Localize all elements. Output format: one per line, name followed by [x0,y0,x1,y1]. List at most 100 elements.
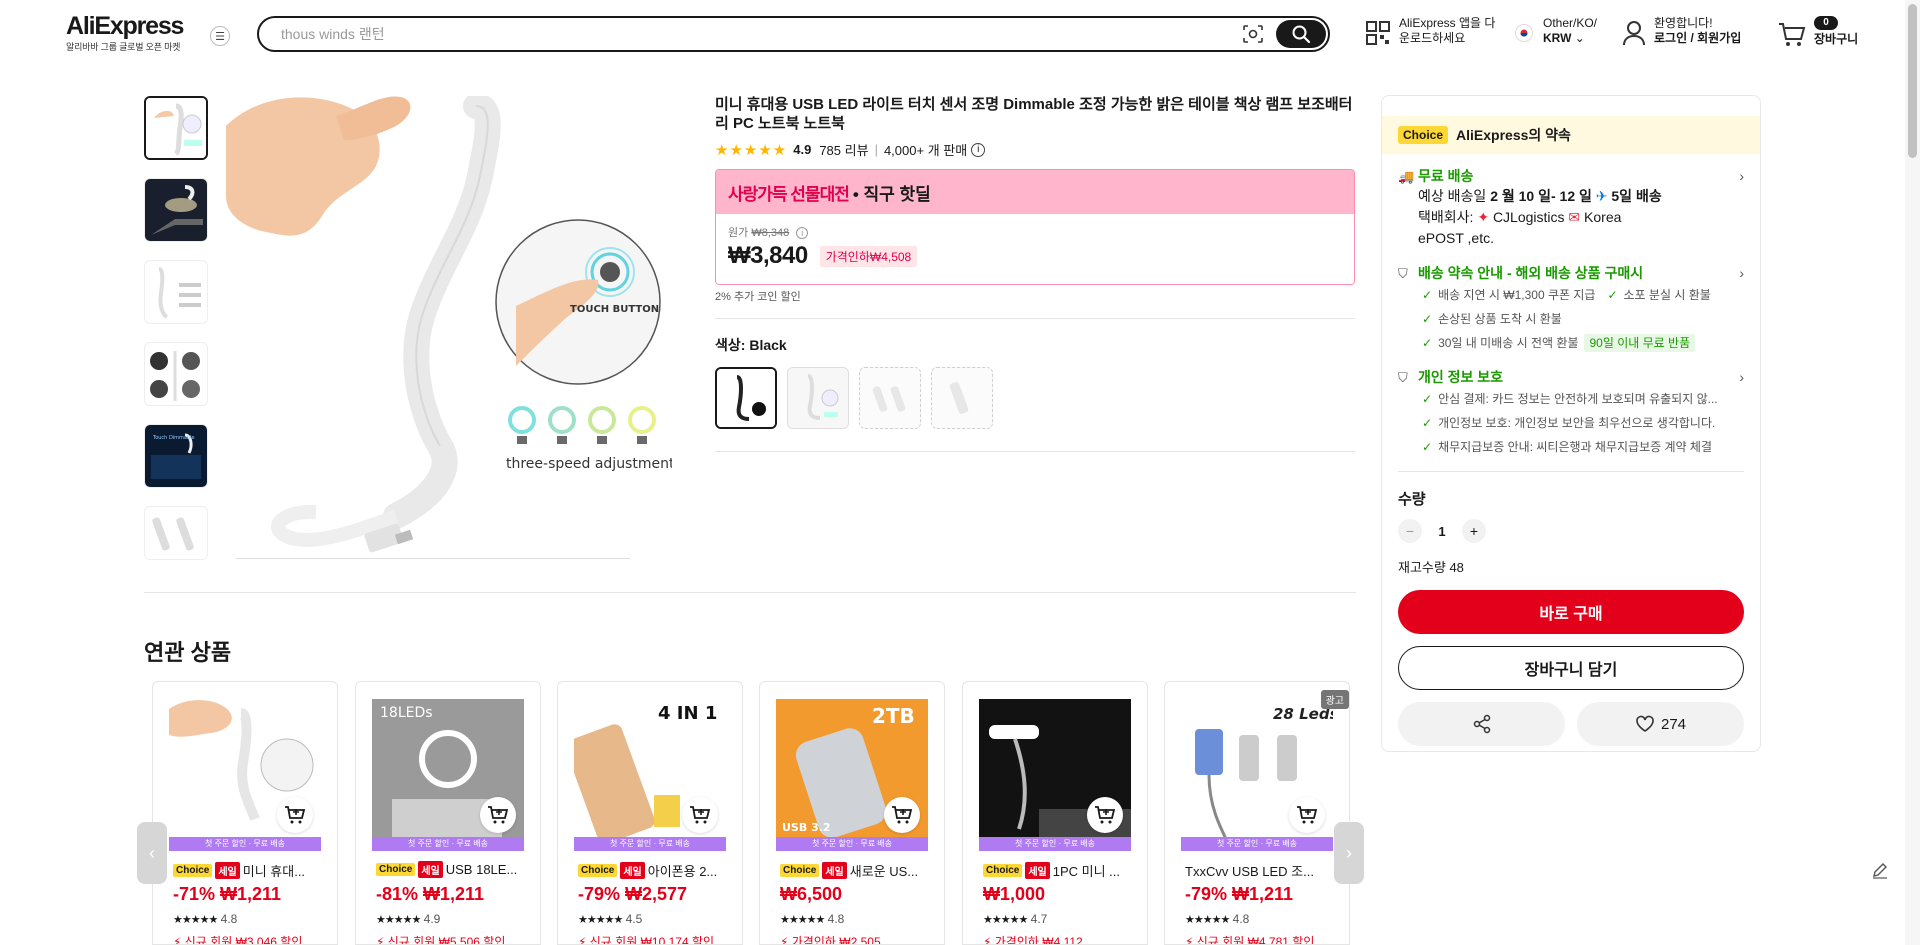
guarantee-title[interactable]: ⛉ 배송 약속 안내 - 해외 배송 상품 구매시 › [1398,263,1744,283]
privacy-item: ✓ 채무지급보증 안내: 씨티은행과 채무지급보증 계약 체결 [1422,440,1712,454]
delivery-estimate: 예상 배송일 2 월 10 일- 12 일 ✈ 5일 배송 [1418,186,1744,207]
shipping-section[interactable]: 🚚 무료 배송 › 예상 배송일 2 월 10 일- 12 일 ✈ 5일 배송 … [1382,166,1760,249]
wishlist-button[interactable]: 274 [1577,702,1744,746]
promo-strip: 첫 주문 할인 · 무료 배송 [1181,837,1333,851]
product-name[interactable]: Choice 세일 새로운 US... [780,861,936,880]
star-icon: ★★★★★ [1185,914,1230,926]
promo-banner: 사랑가득 선물대전 • 직구 핫딜 [716,170,1354,214]
rating-row: ★★★★★ 4.9 785 리뷰 | 4,000+ 개 판매 i [715,140,1355,159]
thumbnail-6[interactable] [144,506,208,560]
privacy-title-text: 개인 정보 보호 [1418,369,1504,385]
privacy-section[interactable]: ⛉ 개인 정보 보호 › ✓ 안심 결제: 카드 정보는 안전하게 보호되며 유출… [1382,367,1760,459]
guarantee-item: ✓ 손상된 상품 도착 시 환불 [1422,312,1562,326]
wishlist-count: 274 [1660,715,1687,733]
carrier-cj: CJLogistics [1492,209,1565,225]
product-name[interactable]: Choice 세일 USB 18LE... [376,861,532,878]
buy-now-button[interactable]: 바로 구매 [1398,590,1744,634]
swatch-option-3[interactable] [859,367,921,429]
product-thumbnail[interactable]: 18LEDs 첫 주문 할인 · 무료 배송 [372,699,524,851]
guarantee-title-text: 배송 약속 안내 - 해외 배송 상품 구매시 [1418,265,1644,281]
thumbnail-1[interactable] [144,96,208,160]
carrier-info: 택배회사: ✦ CJLogistics ✉ Korea ePOST ,etc. [1418,207,1658,249]
search-icon [1292,25,1311,44]
carrier-epost: ePOST ,etc. [1418,230,1494,246]
search-button[interactable] [1276,20,1326,48]
product-name[interactable]: Choice 세일 1PC 미니 ... [983,861,1139,880]
thumbnail-3[interactable] [144,260,208,324]
discount-badge: 가격인하₩4,508 [819,245,918,267]
product-thumbnail[interactable]: 첫 주문 할인 · 무료 배송 [979,699,1131,851]
privacy-item: ✓ 개인정보 보호: 개인정보 보안을 최우선으로 생각합니다. [1422,416,1716,430]
quantity-stepper: − 1 + [1398,519,1744,543]
promise-title: AliExpress의 약속 [1456,127,1571,143]
quantity-value[interactable]: 1 [1422,524,1462,539]
swatch-white[interactable] [787,367,849,429]
add-to-cart-icon[interactable] [480,797,516,833]
related-product-card[interactable]: 첫 주문 할인 · 무료 배송 Choice 세일 1PC 미니 ... ₩1,00… [962,681,1148,945]
add-to-cart-icon[interactable] [277,797,313,833]
cart-icon [1779,23,1806,46]
swatch-option-4[interactable] [931,367,993,429]
swatch-black[interactable] [715,367,777,429]
star-icon: ★★★★★ [173,914,218,926]
carousel-next-button[interactable]: › [1334,822,1364,884]
thumbnail-5[interactable]: Touch Dimmable [144,424,208,488]
login-signup-link: 로그인 / 회원가입 [1654,31,1742,45]
product-thumbnail[interactable]: 첫 주문 할인 · 무료 배송 [169,699,321,851]
download-app-link[interactable]: AliExpress 앱을 다 운로드하세요 [1365,16,1515,50]
related-product-card[interactable]: 28 Leds 첫 주문 할인 · 무료 배송 광고 TxxCvv USB LE… [1164,681,1350,945]
info-icon[interactable]: i [971,142,986,157]
add-to-cart-icon[interactable] [1289,797,1325,833]
privacy-title[interactable]: ⛉ 개인 정보 보호 › [1398,367,1744,387]
review-count[interactable]: 785 리뷰 [819,140,868,159]
product-price: -81% ₩1,211 [376,884,485,904]
add-to-cart-icon[interactable] [1087,797,1123,833]
thumbnail-2[interactable] [144,178,208,242]
promo-box: 사랑가득 선물대전 • 직구 핫딜 원가 ₩8,348 i ₩3,840 가격인… [715,169,1355,285]
price-info-icon[interactable]: i [796,227,809,239]
share-button[interactable] [1398,702,1565,746]
star-icon: ★★★★★ [780,914,825,926]
account-menu[interactable]: 환영합니다! 로그인 / 회원가입 [1622,16,1762,50]
add-to-cart-button[interactable]: 장바구니 담기 [1398,646,1744,690]
add-to-cart-icon[interactable] [682,797,718,833]
search-input[interactable] [281,23,1181,45]
main-product-image[interactable]: TOUCH BUTTON three-speed adjustment [226,96,672,560]
product-name[interactable]: Choice 세일 아이폰용 2... [578,861,734,880]
increase-quantity-button[interactable]: + [1462,519,1486,543]
language-currency-selector[interactable]: Other/KO/ KRW ⌄ [1515,16,1615,50]
related-product-card[interactable]: 18LEDs 첫 주문 할인 · 무료 배송 Choice 세일 USB 18LE.… [355,681,541,945]
svg-text:4 IN 1: 4 IN 1 [658,703,717,724]
decrease-quantity-button[interactable]: − [1398,519,1422,543]
carousel-prev-button[interactable]: ‹ [137,822,167,884]
cart-link[interactable]: 0 장바구니 [1778,16,1878,50]
add-to-cart-icon[interactable] [884,797,920,833]
image-search-icon[interactable] [1242,24,1264,44]
top-header: AliExpress 알리바바 그룹 글로벌 오픈 마켓 ☰ AliExpres… [0,0,1905,66]
guarantee-section[interactable]: ⛉ 배송 약속 안내 - 해외 배송 상품 구매시 › ✓ 배송 지연 시 ₩1,… [1382,263,1760,355]
related-product-card[interactable]: 첫 주문 할인 · 무료 배송 Choice 세일 미니 휴대... -71% ₩1… [152,681,338,945]
chevron-down-icon: ⌄ [1574,31,1585,45]
product-thumbnail[interactable]: 4 IN 1 첫 주문 할인 · 무료 배송 [574,699,726,851]
free-shipping-title[interactable]: 🚚 무료 배송 › [1398,166,1744,186]
product-thumbnail[interactable]: 28 Leds 첫 주문 할인 · 무료 배송 [1181,699,1333,851]
thumbnail-4[interactable] [144,342,208,406]
related-product-card[interactable]: 2TB USB 3.2 첫 주문 할인 · 무료 배송 Choice 세일 새로운 U… [759,681,945,945]
quantity-label: 수량 [1398,491,1426,508]
product-thumbnail[interactable]: 2TB USB 3.2 첫 주문 할인 · 무료 배송 [776,699,928,851]
qr-code-icon [1366,21,1390,45]
related-product-card[interactable]: 4 IN 1 첫 주문 할인 · 무료 배송 Choice 세일 아이폰용 2...… [557,681,743,945]
category-menu-button[interactable]: ☰ [210,26,230,46]
aliexpress-logo[interactable]: AliExpress 알리바바 그룹 글로벌 오픈 마켓 [66,12,194,53]
airplane-icon: ✈ [1595,188,1608,204]
product-name[interactable]: TxxCvv USB LED 조... [1185,861,1341,880]
product-name[interactable]: Choice 세일 미니 휴대... [173,861,329,880]
product-title: 미니 휴대용 USB LED 라이트 터치 센서 조명 Dimmable 조정 … [715,96,1353,132]
korea-post-icon: ✉ [1568,209,1581,225]
welcome-text: 환영합니다! [1654,16,1713,30]
page-scrollbar[interactable] [1905,0,1920,945]
chevron-right-icon: › [1739,265,1744,281]
promo-strip: 첫 주문 할인 · 무료 배송 [169,837,321,851]
scrollbar-thumb[interactable] [1908,4,1917,158]
feedback-edit-button[interactable] [1866,856,1894,884]
